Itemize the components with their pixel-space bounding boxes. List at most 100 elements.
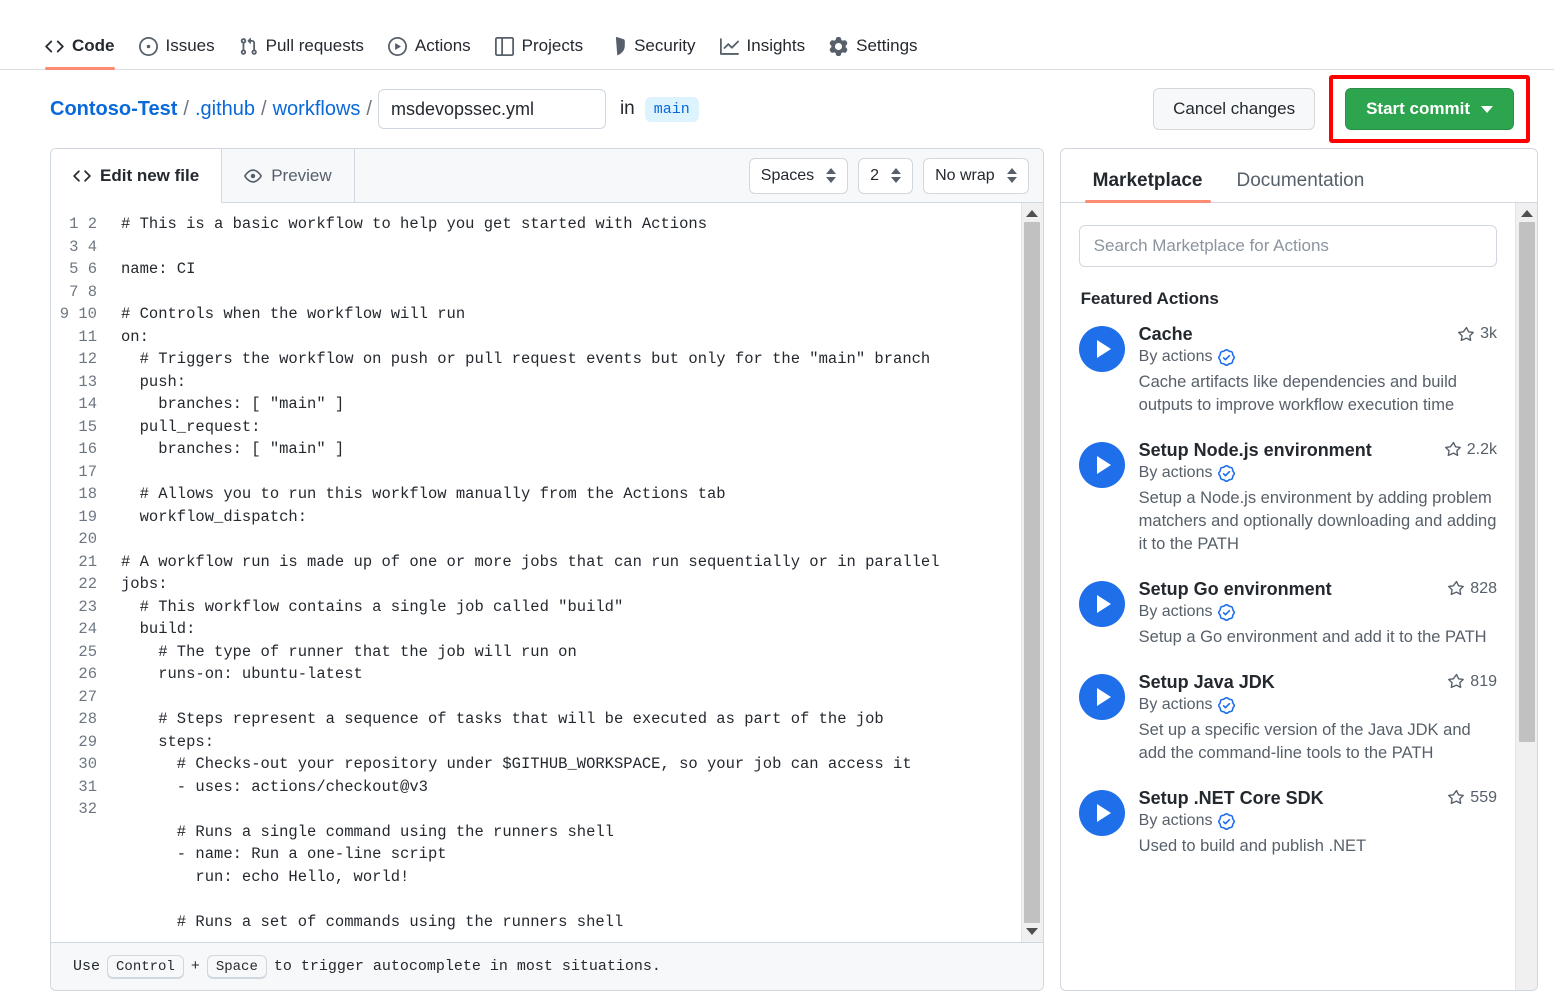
nav-item-label: Security — [634, 36, 695, 56]
breadcrumb-separator-1: / — [183, 98, 189, 121]
tab-marketplace[interactable]: Marketplace — [1081, 170, 1215, 202]
action-name[interactable]: Setup Java JDK — [1139, 671, 1275, 694]
action-play-icon — [1079, 674, 1125, 720]
breadcrumb-separator-3: / — [366, 98, 372, 121]
wrap-mode-select[interactable]: No wrap — [923, 158, 1029, 194]
start-commit-highlight: Start commit — [1329, 75, 1530, 143]
verified-badge-icon — [1218, 349, 1235, 366]
action-name[interactable]: Setup Node.js environment — [1139, 439, 1372, 462]
eye-icon — [244, 167, 262, 185]
tab-documentation[interactable]: Documentation — [1225, 170, 1377, 202]
shield-icon — [607, 37, 626, 56]
branch-badge: main — [645, 97, 699, 122]
tab-preview[interactable]: Preview — [222, 149, 354, 202]
marketplace-panel: Marketplace Documentation Featured Actio… — [1060, 148, 1538, 991]
code-text[interactable]: # This is a basic workflow to help you g… — [109, 213, 1021, 942]
star-value: 828 — [1470, 580, 1497, 598]
nav-item-settings[interactable]: Settings — [818, 36, 928, 69]
action-author: By actions — [1139, 348, 1497, 366]
action-name[interactable]: Cache — [1139, 323, 1193, 346]
nav-item-label: Insights — [747, 36, 806, 56]
chevron-updown-icon — [826, 168, 836, 183]
action-details: Cache 3k By actions Cache artifacts like… — [1139, 323, 1497, 417]
editor-tab-bar: Edit new file Preview Spaces 2 No wrap — [51, 149, 1043, 203]
scroll-up-icon[interactable] — [1521, 210, 1533, 217]
star-value: 819 — [1470, 673, 1497, 691]
action-author-label: By actions — [1139, 464, 1213, 482]
star-icon — [1445, 441, 1462, 458]
code-icon — [45, 37, 64, 56]
action-name[interactable]: Setup .NET Core SDK — [1139, 787, 1324, 810]
action-author-label: By actions — [1139, 812, 1213, 830]
marketplace-inner: Featured Actions Cache 3k By actions — [1061, 203, 1515, 990]
nav-item-issues[interactable]: Issues — [128, 36, 226, 69]
scrollbar-thumb[interactable] — [1519, 222, 1535, 742]
scroll-up-icon[interactable] — [1026, 210, 1038, 217]
action-header: Setup Java JDK 819 — [1139, 671, 1497, 694]
code-editor-area[interactable]: 1 2 3 4 5 6 7 8 9 10 11 12 13 14 15 16 1… — [51, 203, 1043, 942]
search-marketplace-input[interactable] — [1079, 225, 1497, 267]
action-play-icon — [1079, 581, 1125, 627]
breadcrumb-dir-github[interactable]: .github — [195, 98, 255, 121]
nav-item-pull-requests[interactable]: Pull requests — [228, 36, 375, 69]
main-content: Edit new file Preview Spaces 2 No wrap — [0, 148, 1554, 991]
tab-edit-new-file[interactable]: Edit new file — [51, 149, 222, 203]
breadcrumb-repo-link[interactable]: Contoso-Test — [50, 98, 177, 121]
nav-item-actions[interactable]: Actions — [377, 36, 482, 69]
indent-mode-select[interactable]: Spaces — [749, 158, 848, 194]
star-icon — [1448, 789, 1465, 806]
featured-actions-heading: Featured Actions — [1081, 289, 1497, 309]
list-item[interactable]: Setup Java JDK 819 By actions Set up a s… — [1079, 671, 1497, 765]
play-icon — [388, 37, 407, 56]
chevron-updown-icon — [891, 168, 901, 183]
cancel-changes-button[interactable]: Cancel changes — [1153, 88, 1315, 130]
indent-mode-value: Spaces — [761, 167, 814, 185]
verified-badge-icon — [1218, 465, 1235, 482]
start-commit-label: Start commit — [1366, 99, 1470, 119]
tab-label: Edit new file — [100, 166, 199, 186]
indent-size-select[interactable]: 2 — [858, 158, 913, 194]
action-header: Setup Node.js environment 2.2k — [1139, 439, 1497, 462]
action-author: By actions — [1139, 464, 1497, 482]
action-name[interactable]: Setup Go environment — [1139, 578, 1332, 601]
star-count: 819 — [1448, 671, 1497, 691]
nav-item-label: Issues — [166, 36, 215, 56]
nav-item-code[interactable]: Code — [34, 36, 126, 69]
scrollbar-thumb[interactable] — [1024, 222, 1040, 923]
marketplace-body: Featured Actions Cache 3k By actions — [1061, 203, 1537, 990]
nav-item-label: Code — [72, 36, 115, 56]
editor-scrollbar[interactable] — [1021, 203, 1043, 942]
star-count: 559 — [1448, 787, 1497, 807]
list-item[interactable]: Cache 3k By actions Cache artifacts like… — [1079, 323, 1497, 417]
marketplace-tab-bar: Marketplace Documentation — [1061, 149, 1537, 203]
scroll-down-icon[interactable] — [1026, 928, 1038, 935]
hint-plus: + — [191, 958, 200, 975]
wrap-mode-value: No wrap — [935, 167, 995, 185]
list-item[interactable]: Setup .NET Core SDK 559 By actions Used … — [1079, 787, 1497, 858]
chevron-down-icon — [1481, 106, 1493, 113]
nav-item-label: Settings — [856, 36, 917, 56]
project-icon — [495, 37, 514, 56]
list-item[interactable]: Setup Go environment 828 By actions Setu… — [1079, 578, 1497, 649]
action-play-icon — [1079, 790, 1125, 836]
start-commit-button[interactable]: Start commit — [1345, 88, 1514, 130]
code-scroll-region: 1 2 3 4 5 6 7 8 9 10 11 12 13 14 15 16 1… — [51, 203, 1021, 942]
list-item[interactable]: Setup Node.js environment 2.2k By action… — [1079, 439, 1497, 556]
file-editor-panel: Edit new file Preview Spaces 2 No wrap — [50, 148, 1044, 991]
action-author: By actions — [1139, 696, 1497, 714]
verified-badge-icon — [1218, 604, 1235, 621]
chevron-updown-icon — [1007, 168, 1017, 183]
issue-opened-icon — [139, 37, 158, 56]
nav-item-security[interactable]: Security — [596, 36, 706, 69]
key-control: Control — [107, 955, 184, 979]
action-author: By actions — [1139, 603, 1497, 621]
nav-item-insights[interactable]: Insights — [709, 36, 817, 69]
marketplace-scrollbar[interactable] — [1515, 203, 1537, 990]
nav-item-label: Pull requests — [266, 36, 364, 56]
commit-actions: Cancel changes Start commit — [1153, 75, 1530, 143]
key-space: Space — [207, 955, 267, 979]
breadcrumb-dir-workflows[interactable]: workflows — [273, 98, 361, 121]
nav-item-projects[interactable]: Projects — [484, 36, 594, 69]
filename-input[interactable] — [378, 89, 606, 129]
action-details: Setup Go environment 828 By actions Setu… — [1139, 578, 1497, 649]
